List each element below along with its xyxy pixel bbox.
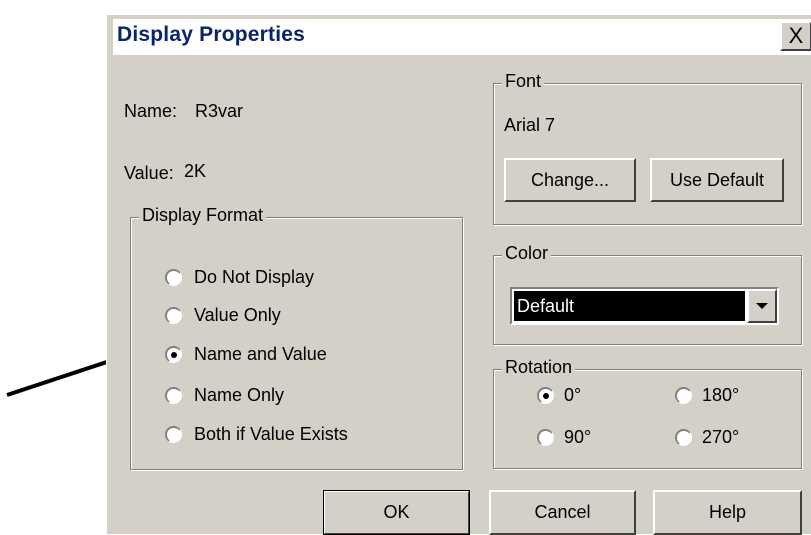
name-label: Name: [124,101,178,121]
button-label: Change... [530,169,610,190]
radio-name-only[interactable]: Name Only [165,383,284,407]
rotation-legend: Rotation [502,357,576,378]
dropdown-button[interactable] [747,289,777,323]
radio-label: Both if Value Exists [194,423,348,444]
radio-label: 180° [702,384,740,405]
radio-label: Value Only [194,304,281,325]
ok-button[interactable]: OK [323,490,470,535]
button-label: OK [383,502,410,522]
radio-label: 90° [564,426,592,447]
color-legend: Color [502,243,552,264]
change-font-button[interactable]: Change... [504,158,636,202]
value-value: 2K [184,161,207,181]
radio-rotation-0[interactable]: 0° [537,383,581,407]
button-label: Cancel [534,502,591,522]
radio-icon [165,386,182,404]
radio-rotation-270[interactable]: 270° [675,425,739,449]
radio-label: 0° [564,384,582,405]
radio-value-only[interactable]: Value Only [165,303,281,327]
radio-name-and-value[interactable]: Name and Value [165,342,327,366]
close-button[interactable]: X [780,21,811,51]
value-label: Value: [124,163,174,183]
use-default-button[interactable]: Use Default [650,158,784,202]
radio-icon [165,306,182,324]
name-value: R3var [195,101,244,121]
radio-rotation-90[interactable]: 90° [537,425,591,449]
font-group: Font [493,71,802,225]
cancel-button[interactable]: Cancel [489,490,636,535]
dialog-title: Display Properties [117,23,306,46]
help-button[interactable]: Help [653,490,802,535]
chevron-down-icon [756,303,768,309]
radio-selected-icon [165,345,182,363]
font-legend: Font [502,71,545,92]
close-icon: X [788,23,804,48]
radio-do-not-display[interactable]: Do Not Display [165,265,314,289]
display-format-legend: Display Format [139,205,267,226]
radio-icon [537,428,554,446]
button-label: Help [708,502,747,522]
title-bar: Display Properties X [113,19,811,55]
radio-label: Name and Value [194,343,327,364]
font-current-value: Arial 7 [504,115,556,135]
radio-selected-icon [537,386,554,404]
radio-rotation-180[interactable]: 180° [675,383,739,407]
radio-icon [675,386,692,404]
color-dropdown[interactable]: Default [510,287,779,325]
radio-both-if-value-exists[interactable]: Both if Value Exists [165,422,348,446]
radio-label: Do Not Display [194,266,315,287]
color-selected-value: Default [514,291,745,321]
radio-icon [165,425,182,443]
button-label: Use Default [669,169,765,190]
radio-label: Name Only [194,384,285,405]
display-properties-dialog: Display Properties X Name: R3var Value: … [106,14,811,535]
radio-icon [165,268,182,286]
radio-icon [675,428,692,446]
radio-label: 270° [702,426,740,447]
